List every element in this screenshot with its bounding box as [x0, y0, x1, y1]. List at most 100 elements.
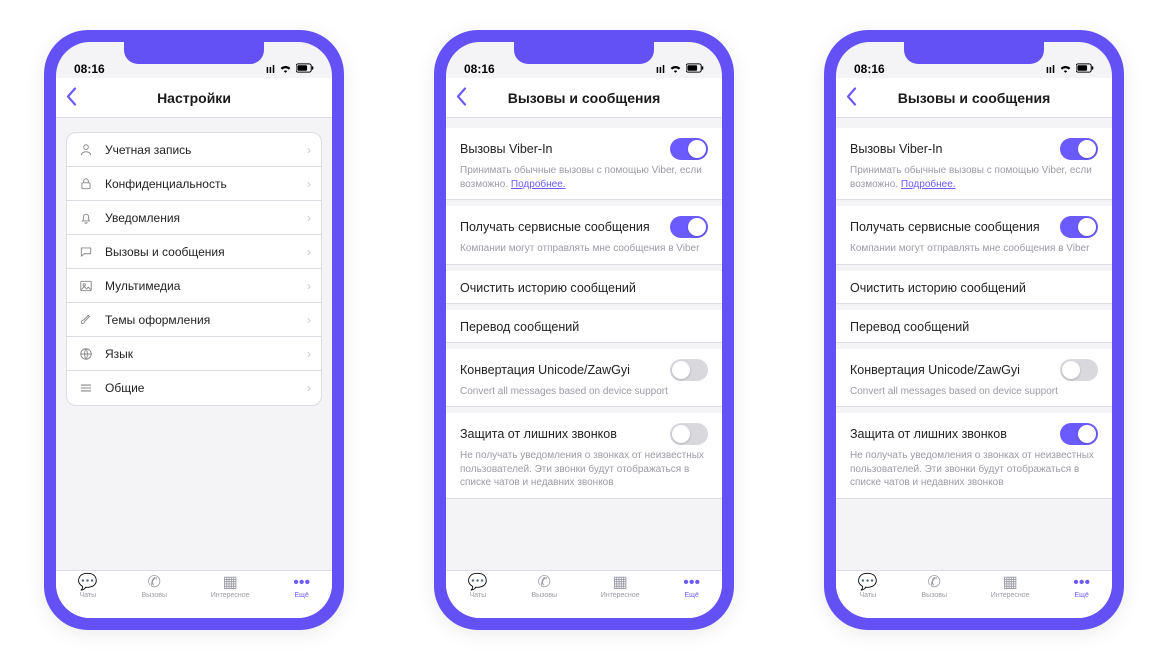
settings-row-calls-messages[interactable]: Вызовы и сообщения ›	[67, 235, 321, 269]
toggle-unicode[interactable]	[670, 359, 708, 381]
section-service-messages: Получать сервисные сообщения Компании мо…	[836, 206, 1112, 265]
page-title: Настройки	[157, 90, 231, 106]
tab-chats[interactable]: 💬Чаты	[858, 575, 878, 618]
row-label: Общие	[105, 381, 297, 395]
learn-more-link[interactable]: Подробнее.	[901, 179, 956, 190]
section-service-messages: Получать сервисные сообщения Компании мо…	[446, 206, 722, 265]
tab-label: Чаты	[859, 592, 876, 599]
setting-label: Очистить историю сообщений	[460, 281, 708, 295]
tab-more[interactable]: •••Ещё	[683, 575, 700, 618]
toggle-viber-in[interactable]	[670, 138, 708, 160]
bell-icon	[77, 211, 95, 225]
tab-label: Ещё	[685, 592, 699, 599]
grid-icon: ▦	[223, 575, 238, 591]
notch	[514, 42, 654, 64]
section-viber-in: Вызовы Viber-In Принимать обычные вызовы…	[446, 128, 722, 200]
section-translate[interactable]: Перевод сообщений	[446, 310, 722, 343]
wifi-icon	[669, 63, 682, 76]
more-icon: •••	[683, 575, 700, 591]
nav-bar: Вызовы и сообщения	[836, 78, 1112, 118]
phone-mockup-settings: 08:16 ııl Настройки Учетная запись	[44, 30, 344, 630]
chevron-right-icon: ›	[307, 347, 311, 361]
signal-icon: ııl	[266, 64, 275, 76]
chat-bubble-icon: 💬	[858, 575, 878, 591]
more-icon: •••	[1073, 575, 1090, 591]
section-translate[interactable]: Перевод сообщений	[836, 310, 1112, 343]
setting-description: Не получать уведомления о звонках от неи…	[460, 449, 708, 490]
settings-row-notifications[interactable]: Уведомления ›	[67, 201, 321, 235]
back-button[interactable]	[846, 87, 857, 108]
section-clear-history[interactable]: Очистить историю сообщений	[836, 271, 1112, 304]
tab-label: Вызовы	[142, 592, 167, 599]
setting-label: Конвертация Unicode/ZawGyi	[460, 363, 670, 377]
phone-icon: ✆	[148, 575, 161, 591]
setting-label: Вызовы Viber-In	[460, 142, 670, 156]
status-indicators: ııl	[1046, 63, 1094, 76]
chevron-right-icon: ›	[307, 313, 311, 327]
section-spam-protection: Защита от лишних звонков Не получать уве…	[836, 413, 1112, 499]
section-unicode: Конвертация Unicode/ZawGyi Convert all m…	[836, 349, 1112, 408]
nav-bar: Настройки	[56, 78, 332, 118]
tab-bar: 💬Чаты ✆Вызовы ▦Интересное •••Ещё	[836, 570, 1112, 618]
tab-interesting[interactable]: ▦Интересное	[211, 575, 250, 618]
section-unicode: Конвертация Unicode/ZawGyi Convert all m…	[446, 349, 722, 408]
status-time: 08:16	[854, 62, 885, 76]
tab-bar: 💬Чаты ✆Вызовы ▦Интересное •••Ещё	[446, 570, 722, 618]
setting-label: Защита от лишних звонков	[850, 427, 1060, 441]
toggle-service-messages[interactable]	[670, 216, 708, 238]
section-spam-protection: Защита от лишних звонков Не получать уве…	[446, 413, 722, 499]
chat-bubble-icon: 💬	[468, 575, 488, 591]
menu-icon	[77, 381, 95, 395]
setting-label: Очистить историю сообщений	[850, 281, 1098, 295]
tab-more[interactable]: •••Ещё	[293, 575, 310, 618]
toggle-spam-protection[interactable]	[1060, 423, 1098, 445]
tab-bar: 💬Чаты ✆Вызовы ▦Интересное •••Ещё	[56, 570, 332, 618]
back-button[interactable]	[456, 87, 467, 108]
settings-row-account[interactable]: Учетная запись ›	[67, 133, 321, 167]
back-button[interactable]	[66, 87, 77, 108]
chevron-right-icon: ›	[307, 279, 311, 293]
tab-label: Чаты	[469, 592, 486, 599]
battery-icon	[296, 63, 314, 76]
tab-more[interactable]: •••Ещё	[1073, 575, 1090, 618]
settings-row-privacy[interactable]: Конфиденциальность ›	[67, 167, 321, 201]
tab-calls[interactable]: ✆Вызовы	[922, 575, 947, 618]
tab-chats[interactable]: 💬Чаты	[468, 575, 488, 618]
setting-label: Вызовы Viber-In	[850, 142, 1060, 156]
settings-row-language[interactable]: Язык ›	[67, 337, 321, 371]
settings-row-general[interactable]: Общие ›	[67, 371, 321, 405]
battery-icon	[1076, 63, 1094, 76]
phone-icon: ✆	[538, 575, 551, 591]
phone-mockup-calls-on: 08:16 ııl Вызовы и сообщения Вызовы Vibe…	[824, 30, 1124, 630]
tab-label: Интересное	[991, 592, 1030, 599]
toggle-service-messages[interactable]	[1060, 216, 1098, 238]
tab-calls[interactable]: ✆Вызовы	[142, 575, 167, 618]
more-icon: •••	[293, 575, 310, 591]
settings-row-themes[interactable]: Темы оформления ›	[67, 303, 321, 337]
chevron-right-icon: ›	[307, 143, 311, 157]
status-indicators: ııl	[656, 63, 704, 76]
settings-row-media[interactable]: Мультимедиа ›	[67, 269, 321, 303]
setting-label: Перевод сообщений	[460, 320, 708, 334]
page-title: Вызовы и сообщения	[898, 90, 1051, 106]
chat-bubble-icon: 💬	[78, 575, 98, 591]
page-title: Вызовы и сообщения	[508, 90, 661, 106]
tab-calls[interactable]: ✆Вызовы	[532, 575, 557, 618]
tab-chats[interactable]: 💬Чаты	[78, 575, 98, 618]
image-icon	[77, 279, 95, 293]
setting-description: Convert all messages based on device sup…	[850, 385, 1098, 399]
status-indicators: ııl	[266, 63, 314, 76]
toggle-viber-in[interactable]	[1060, 138, 1098, 160]
toggle-spam-protection[interactable]	[670, 423, 708, 445]
lock-icon	[77, 177, 95, 191]
grid-icon: ▦	[613, 575, 628, 591]
setting-label: Получать сервисные сообщения	[460, 220, 670, 234]
chevron-right-icon: ›	[307, 381, 311, 395]
learn-more-link[interactable]: Подробнее.	[511, 179, 566, 190]
tab-interesting[interactable]: ▦Интересное	[991, 575, 1030, 618]
tab-interesting[interactable]: ▦Интересное	[601, 575, 640, 618]
toggle-unicode[interactable]	[1060, 359, 1098, 381]
section-clear-history[interactable]: Очистить историю сообщений	[446, 271, 722, 304]
tab-label: Чаты	[79, 592, 96, 599]
setting-description: Не получать уведомления о звонках от неи…	[850, 449, 1098, 490]
